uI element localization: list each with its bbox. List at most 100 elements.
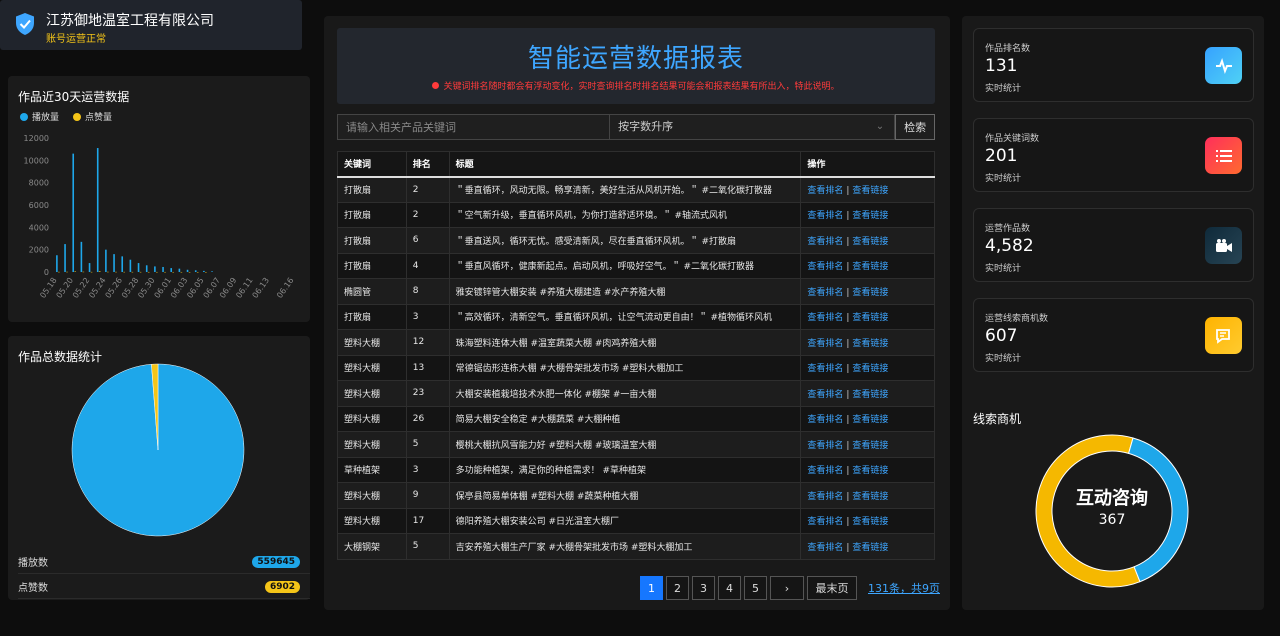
plays-bar[interactable]	[178, 268, 181, 272]
pager-summary[interactable]: 131条，共9页	[868, 580, 940, 596]
plays-bar[interactable]	[129, 259, 132, 272]
plays-bar[interactable]	[105, 249, 107, 272]
view-link-link[interactable]: 查看链接	[852, 339, 888, 349]
keyword-search-input[interactable]	[337, 114, 611, 140]
plays-bar[interactable]	[56, 255, 58, 272]
page-5-button[interactable]: 5	[744, 576, 767, 600]
view-rank-link[interactable]: 查看排名	[807, 288, 843, 298]
totals-pie-chart	[71, 363, 245, 537]
view-link-link[interactable]: 查看链接	[852, 262, 888, 272]
cell-keyword: 草种植架	[337, 456, 407, 483]
view-rank-link[interactable]: 查看排名	[807, 415, 843, 425]
plays-bar[interactable]	[64, 244, 66, 272]
plays-bar[interactable]	[203, 270, 205, 272]
likes-bar[interactable]	[74, 271, 77, 272]
likes-bar[interactable]	[90, 271, 93, 273]
view-link-link[interactable]: 查看链接	[852, 415, 888, 425]
likes-bar[interactable]	[82, 271, 85, 273]
plays-bar[interactable]	[145, 265, 148, 272]
likes-bar[interactable]	[107, 271, 109, 273]
plays-bar[interactable]	[88, 263, 91, 272]
view-rank-link[interactable]: 查看排名	[807, 543, 843, 553]
cell-keyword: 打散扇	[337, 303, 407, 330]
view-link-link[interactable]: 查看链接	[852, 543, 888, 553]
view-link-link[interactable]: 查看链接	[852, 237, 888, 247]
pagination: 1 2 3 4 5 › 最末页 131条，共9页	[640, 576, 940, 600]
view-link-link[interactable]: 查看链接	[852, 492, 888, 502]
action-separator: |	[846, 466, 850, 477]
plays-bar[interactable]	[154, 266, 156, 272]
view-rank-link[interactable]: 查看排名	[807, 441, 843, 451]
pulse-icon	[1205, 47, 1242, 84]
cell-rank: 12	[405, 329, 450, 356]
view-rank-link[interactable]: 查看排名	[807, 364, 843, 374]
page-4-button[interactable]: 4	[718, 576, 741, 600]
plays-bar[interactable]	[194, 270, 197, 272]
view-link-link[interactable]: 查看链接	[852, 186, 888, 196]
view-rank-link[interactable]: 查看排名	[807, 211, 843, 221]
view-link-link[interactable]: 查看链接	[852, 466, 888, 476]
likes-bar[interactable]	[123, 271, 126, 273]
view-rank-link[interactable]: 查看排名	[807, 390, 843, 400]
stat-works-sub: 实时统计	[985, 264, 1022, 274]
view-rank-link[interactable]: 查看排名	[807, 237, 843, 247]
view-link-link[interactable]: 查看链接	[852, 364, 888, 374]
sort-select[interactable]: 按字数升序 ⌄	[610, 114, 896, 140]
view-rank-link[interactable]: 查看排名	[807, 313, 843, 323]
cell-keyword: 塑料大棚	[337, 380, 407, 407]
likes-bar[interactable]	[196, 271, 199, 273]
y-tick-label: 6000	[29, 201, 49, 210]
view-link-link[interactable]: 查看链接	[852, 517, 888, 527]
plays-bar[interactable]	[162, 266, 164, 272]
view-rank-link[interactable]: 查看排名	[807, 466, 843, 476]
plays-bar[interactable]	[72, 153, 75, 272]
trend-panel: 作品近30天运营数据 播放量 点赞量 0 2000 4000 6000 8000 1000…	[8, 76, 310, 322]
likes-bar[interactable]	[188, 271, 191, 273]
next-page-button[interactable]: ›	[770, 576, 804, 600]
plays-bar[interactable]	[80, 241, 83, 272]
plays-bar[interactable]	[113, 254, 115, 272]
likes-bar[interactable]	[156, 271, 158, 273]
action-separator: |	[846, 186, 850, 196]
cell-actions: 查看排名 | 查看链接	[800, 329, 935, 356]
likes-bar[interactable]	[172, 271, 175, 273]
legend-likes[interactable]: 点赞量	[73, 110, 112, 123]
cell-title: ＂垂直风循环，健康新起点。启动风机，呼吸好空气。＂ #二氧化碳打散器	[448, 252, 802, 279]
plays-bar[interactable]	[211, 271, 213, 272]
table-row: 塑料大棚 17 德阳养殖大棚安装公司 #日光温室大棚厂 查看排名 | 查看链接	[337, 507, 935, 534]
view-link-link[interactable]: 查看链接	[852, 211, 888, 221]
page-2-button[interactable]: 2	[666, 576, 689, 600]
likes-bar[interactable]	[66, 271, 68, 273]
likes-bar[interactable]	[147, 271, 150, 273]
plays-bar[interactable]	[121, 256, 124, 272]
totals-row-plays: 播放数 559645	[18, 550, 310, 574]
plays-bar[interactable]	[137, 263, 140, 272]
plays-bar[interactable]	[186, 269, 189, 272]
view-rank-link[interactable]: 查看排名	[807, 186, 843, 196]
view-rank-link[interactable]: 查看排名	[807, 262, 843, 272]
likes-bar[interactable]	[205, 271, 207, 273]
likes-bar[interactable]	[58, 271, 60, 273]
view-rank-link[interactable]: 查看排名	[807, 517, 843, 527]
likes-bar[interactable]	[180, 271, 183, 273]
plays-bar[interactable]	[96, 148, 99, 272]
page-3-button[interactable]: 3	[692, 576, 715, 600]
view-link-link[interactable]: 查看链接	[852, 390, 888, 400]
search-button[interactable]: 检索	[895, 114, 936, 140]
view-link-link[interactable]: 查看链接	[852, 441, 888, 451]
totals-likes-badge: 6902	[264, 580, 300, 593]
cell-title: ＂高效循环，清新空气。垂直循环风机，让空气流动更自由！＂ #植物循环风机	[448, 303, 802, 330]
page-1-button[interactable]: 1	[640, 576, 663, 600]
likes-bar[interactable]	[131, 271, 134, 273]
plays-bar[interactable]	[170, 268, 173, 272]
view-link-link[interactable]: 查看链接	[852, 313, 888, 323]
view-rank-link[interactable]: 查看排名	[807, 492, 843, 502]
view-link-link[interactable]: 查看链接	[852, 288, 888, 298]
view-rank-link[interactable]: 查看排名	[807, 339, 843, 349]
likes-bar[interactable]	[139, 271, 142, 273]
likes-bar[interactable]	[164, 271, 166, 273]
likes-bar[interactable]	[115, 271, 117, 273]
last-page-button[interactable]: 最末页	[807, 576, 857, 600]
likes-bar[interactable]	[98, 271, 101, 272]
legend-plays[interactable]: 播放量	[20, 110, 59, 123]
